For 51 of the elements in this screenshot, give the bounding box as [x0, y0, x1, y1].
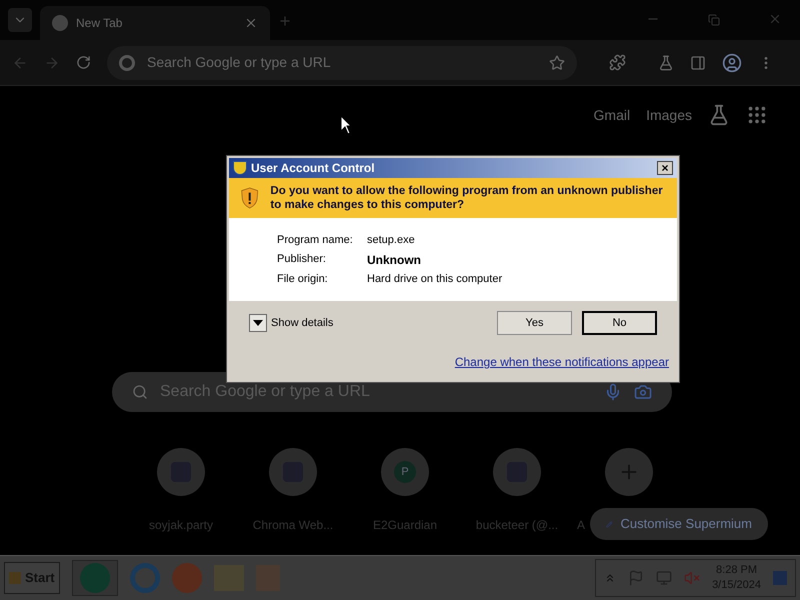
- forward-icon[interactable]: [44, 54, 60, 70]
- header-link[interactable]: Images: [646, 104, 692, 126]
- flask-icon[interactable]: [708, 104, 730, 126]
- close-icon[interactable]: [768, 12, 782, 26]
- field-value: setup.exe: [367, 233, 415, 248]
- restore-icon[interactable]: [708, 14, 720, 26]
- back-icon[interactable]: [12, 54, 28, 70]
- extensions-icon[interactable]: [609, 54, 626, 71]
- notification-settings-link[interactable]: Change when these notifications appear: [454, 353, 669, 371]
- shield-icon: [233, 161, 247, 175]
- down-triangle-icon: [253, 320, 263, 326]
- shortcut-tile[interactable]: P: [381, 448, 429, 496]
- field-label: Publisher:: [277, 252, 327, 266]
- address-placeholder: Search Google or type a URL: [147, 53, 332, 72]
- shortcut-tile[interactable]: [605, 448, 653, 496]
- header-link[interactable]: Gmail: [594, 104, 630, 126]
- site-letter: P: [394, 461, 416, 483]
- search-icon: [132, 384, 148, 400]
- tab-list-button[interactable]: [8, 8, 32, 32]
- shortcut-tile[interactable]: [157, 448, 205, 496]
- dialog-button[interactable]: No: [582, 311, 657, 335]
- shortcut-tile[interactable]: [269, 448, 317, 496]
- tab-title: New Tab: [76, 15, 124, 32]
- close-button[interactable]: ×: [657, 161, 673, 175]
- microphone-icon[interactable]: [604, 383, 622, 401]
- shortcut-tile[interactable]: [493, 448, 541, 496]
- mouse-cursor-icon: [340, 115, 352, 135]
- profile-icon[interactable]: [722, 52, 742, 72]
- dialog-button[interactable]: Yes: [497, 311, 572, 335]
- address-bar[interactable]: Search Google or type a URL: [107, 46, 577, 80]
- reload-icon[interactable]: [76, 55, 91, 70]
- customise-button[interactable]: Customise Supermium: [590, 508, 768, 540]
- camera-icon[interactable]: [634, 383, 652, 401]
- flag-icon[interactable]: [628, 570, 644, 586]
- dialog-title: User Account Control: [251, 160, 376, 177]
- network-icon[interactable]: [656, 570, 672, 586]
- side-panel-icon[interactable]: [690, 54, 706, 70]
- expand-details-button[interactable]: [249, 314, 267, 332]
- new-tab-icon[interactable]: [278, 14, 292, 28]
- dialog-question: Do you want to allow the following program from an unknown publisher to make changes to this computer?: [270, 184, 664, 212]
- star-icon[interactable]: [549, 54, 565, 70]
- field-value: Hard drive on this computer: [367, 272, 502, 286]
- flask-icon[interactable]: [658, 54, 674, 70]
- field-value: Unknown: [367, 252, 421, 268]
- apps-grid-icon[interactable]: [746, 104, 768, 126]
- field-label: File origin:: [277, 272, 329, 286]
- field-label: Program name:: [277, 233, 354, 248]
- browser-tab[interactable]: New Tab: [40, 6, 270, 40]
- close-icon[interactable]: [244, 16, 258, 30]
- show-details-label[interactable]: Show details: [271, 314, 487, 332]
- muted-volume-icon[interactable]: [684, 570, 700, 586]
